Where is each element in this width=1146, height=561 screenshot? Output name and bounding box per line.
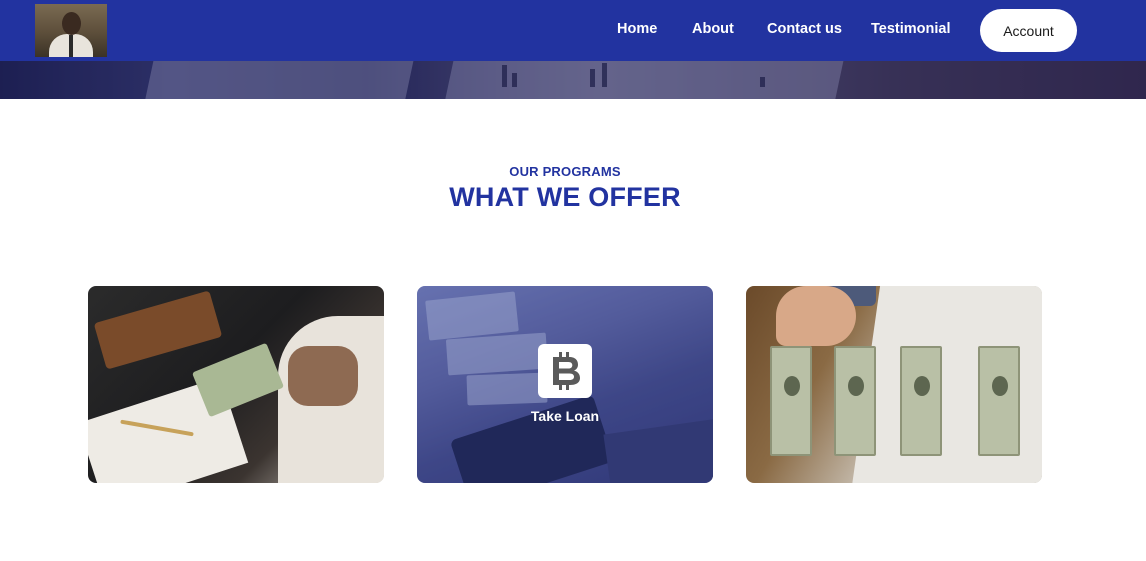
profile-photo-logo[interactable] [35, 4, 107, 57]
nav-link-contact[interactable]: Contact us [767, 21, 842, 37]
logo-figure-tie [69, 35, 73, 57]
card-image-cash-stack [834, 346, 876, 456]
program-card-cash-stacks[interactable] [746, 286, 1042, 483]
card-image-sleeve [288, 346, 358, 406]
program-card-take-loan[interactable]: Take Loan [417, 286, 713, 483]
nav-link-testimonial[interactable]: Testimonial [871, 21, 951, 37]
card-image-hand [776, 286, 856, 346]
section-title: WHAT WE OFFER [449, 182, 681, 212]
card-image-keyboard [93, 290, 223, 370]
account-button[interactable]: Account [980, 9, 1077, 52]
section-eyebrow: OUR PROGRAMS [509, 164, 621, 179]
nav-link-home[interactable]: Home [617, 21, 657, 37]
nav-link-about[interactable]: About [692, 21, 734, 37]
logo-figure-head [62, 12, 81, 35]
hero-overlay [0, 61, 1146, 99]
program-card-money-counting[interactable] [88, 286, 384, 483]
navbar: Home About Contact us Testimonial Accoun… [0, 0, 1146, 61]
card-image-cash-stack [770, 346, 812, 456]
card-image-banknotes [191, 342, 285, 418]
bitcoin-icon [538, 344, 592, 398]
card-image-cash-stack [900, 346, 942, 456]
hero-banner-image [0, 61, 1146, 99]
card-image-cash-stack [978, 346, 1020, 456]
card-label: Take Loan [530, 408, 600, 424]
